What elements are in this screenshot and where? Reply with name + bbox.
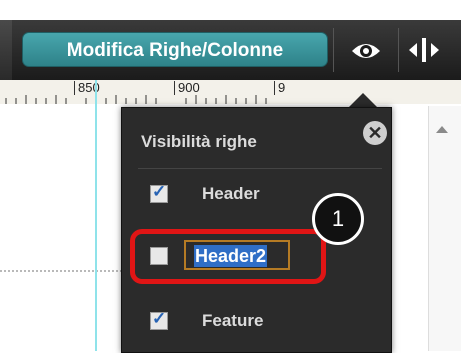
toolbar: Modifica Righe/Colonne bbox=[0, 20, 461, 80]
column-resize-icon bbox=[409, 38, 439, 62]
vertical-scrollbar[interactable] bbox=[428, 106, 461, 351]
header-checkbox[interactable] bbox=[150, 182, 168, 203]
row-label: Header bbox=[202, 184, 260, 203]
step-callout: 1 bbox=[312, 193, 364, 245]
column-resize-button[interactable] bbox=[404, 32, 444, 68]
edit-rows-columns-button[interactable]: Modifica Righe/Colonne bbox=[22, 32, 328, 67]
scroll-up-arrow-icon[interactable] bbox=[436, 126, 448, 133]
eye-icon bbox=[352, 44, 380, 58]
ruler-ticks bbox=[5, 95, 267, 104]
toolbar-left-edge bbox=[0, 20, 12, 80]
panel-pointer bbox=[349, 93, 377, 107]
toolbar-separator bbox=[333, 28, 334, 72]
row-label: Feature bbox=[202, 311, 264, 330]
panel-divider bbox=[138, 168, 382, 169]
highlight-box bbox=[130, 229, 326, 284]
close-icon[interactable]: ✕ bbox=[363, 121, 387, 145]
ruler: 850 900 9 bbox=[0, 80, 461, 105]
ruler-tick-label: 900 bbox=[174, 81, 200, 95]
dotted-guide-line bbox=[0, 270, 122, 272]
top-strip bbox=[0, 0, 461, 20]
vertical-guide-line[interactable] bbox=[95, 80, 97, 351]
eye-button[interactable] bbox=[340, 32, 392, 68]
toolbar-separator bbox=[398, 28, 399, 72]
ruler-tick-label: 9 bbox=[274, 81, 285, 95]
panel-title: Visibilità righe bbox=[141, 132, 257, 151]
feature-checkbox[interactable] bbox=[150, 309, 168, 330]
